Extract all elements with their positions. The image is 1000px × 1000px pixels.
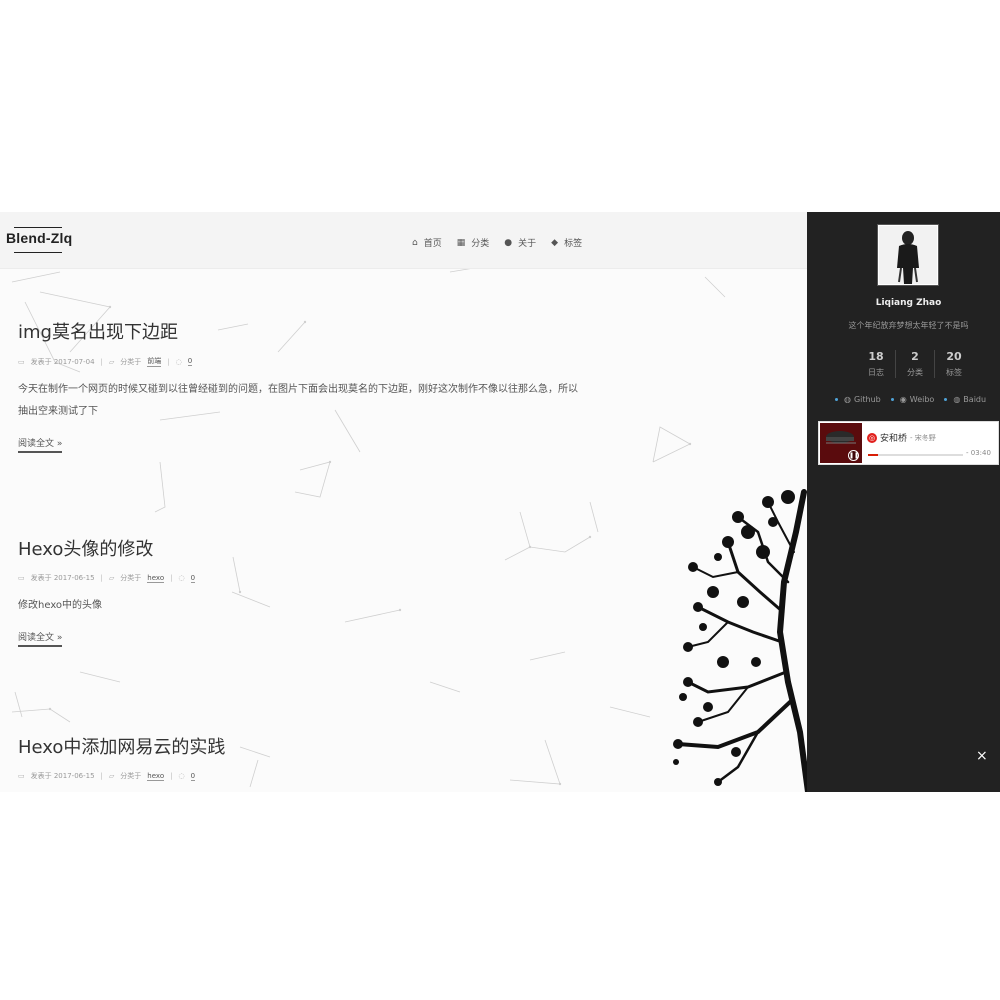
meta-separator: | [100,357,103,366]
avatar-image [879,226,937,284]
author-description: 这个年纪放弃梦想太年轻了不是吗 [848,321,969,330]
category-prefix: 分类于 [120,574,142,582]
stat-number: 18 [868,350,884,363]
author-avatar [877,224,939,286]
nav-item-categories[interactable]: ▦ 分类 [456,236,490,250]
post-category-link[interactable]: hexo [147,574,165,583]
tree-decoration [673,489,808,792]
calendar-icon: ▭ [18,574,25,582]
post-excerpt-line: 今天在制作一个网页的时候又碰到以往曾经碰到的问题，在图片下面会出现莫名的下边距，… [18,384,578,395]
stat-categories[interactable]: 2 分类 [896,350,935,378]
post-comment-count[interactable]: 0 [190,574,196,583]
comment-icon: ◌ [175,357,182,366]
post-title[interactable]: Hexo中添加网易云的实践 [18,733,608,759]
post-excerpt-line: 修改hexo中的头像 [18,600,103,611]
meta-separator: | [100,772,103,780]
site-header: Blend-Zlq ⌂ 首页 ▦ 分类 ● 关于 ◆ 标签 [0,212,807,269]
nav-label-categories: 分类 [471,239,490,249]
bullet-dot [890,398,894,401]
close-sidebar-button[interactable]: × [976,748,988,764]
social-link-baidu[interactable]: ◍ Baidu [944,395,986,404]
meta-separator: | [167,357,170,366]
bullet-dot [835,398,838,401]
tags-icon: ◆ [551,237,559,248]
stat-label: 分类 [907,368,923,377]
nav-item-home[interactable]: ⌂ 首页 [412,236,442,250]
folder-icon: ▱ [108,357,115,366]
song-title: 安和桥 [880,434,908,444]
netease-music-icon: ◎ [867,432,877,443]
stat-label: 日志 [868,368,884,377]
calendar-icon: ▭ [18,357,25,366]
meta-separator: | [170,772,173,780]
folder-icon: ▱ [108,574,115,582]
post-item: img莫名出现下边距 ▭ 发表于 2017-07-04 | ▱ 分类于 前端 |… [18,318,608,453]
song-duration: - 03:40 [966,449,991,457]
site-logo[interactable]: Blend-Zlq [6,227,72,253]
post-excerpt-line: 抽出空来测试了下 [18,406,98,417]
category-prefix: 分类于 [120,357,142,366]
site-stats: 18 日志 2 分类 20 标签 [857,350,973,378]
nav-label-home: 首页 [423,239,442,249]
sidebar: Liqiang Zhao 这个年纪放弃梦想太年轻了不是吗 18 日志 2 分类 … [807,212,1000,792]
weibo-icon: ◉ [899,395,907,404]
stat-label: 标签 [946,368,962,377]
meta-separator: | [170,574,173,582]
social-link-label: Baidu [963,395,987,404]
nav-label-tags: 标签 [564,239,583,249]
comment-icon: ◌ [178,772,185,780]
calendar-icon: ▭ [18,772,25,780]
read-more-link[interactable]: 阅读全文 » [18,630,63,647]
social-link-github[interactable]: ◍ Github [835,395,881,404]
stat-number: 2 [911,350,919,363]
post-comment-count[interactable]: 0 [190,772,196,781]
post-meta: ▭ 发表于 2017-06-15 | ▱ 分类于 hexo | ◌ 0 [18,573,608,583]
main-nav: ⌂ 首页 ▦ 分类 ● 关于 ◆ 标签 [412,236,583,250]
social-link-label: Github [853,395,881,404]
post-date: 发表于 2017-07-04 [30,357,95,366]
post-excerpt: 修改hexo中的头像 [18,595,608,617]
nav-label-about: 关于 [518,239,537,249]
post-meta: ▭ 发表于 2017-06-15 | ▱ 分类于 hexo | ◌ 0 [18,771,608,781]
comment-icon: ◌ [178,574,185,582]
social-link-weibo[interactable]: ◉ Weibo [890,395,935,404]
post-meta: ▭ 发表于 2017-07-04 | ▱ 分类于 前端 | ◌ 0 [18,356,608,367]
author-name: Liqiang Zhao [875,298,942,308]
stat-posts[interactable]: 18 日志 [857,350,896,378]
music-player: ❚❚ ◎ 安和桥 - 宋冬野 - 03:40 [818,421,999,465]
post-category-link[interactable]: 前端 [147,356,162,367]
post-date: 发表于 2017-06-15 [30,574,95,582]
nav-item-tags[interactable]: ◆ 标签 [551,236,583,250]
post-item: Hexo中添加网易云的实践 ▭ 发表于 2017-06-15 | ▱ 分类于 h… [18,733,608,781]
globe-icon: ◍ [844,395,851,404]
song-artist: - 宋冬野 [910,433,936,442]
post-title[interactable]: Hexo头像的修改 [18,535,608,561]
pause-button[interactable]: ❚❚ [848,450,859,461]
post-excerpt: 今天在制作一个网页的时候又碰到以往曾经碰到的问题，在图片下面会出现莫名的下边距，… [18,379,608,423]
meta-separator: | [100,574,103,582]
user-icon: ● [504,237,513,248]
nav-item-about[interactable]: ● 关于 [504,236,537,250]
globe-icon: ◍ [953,395,961,404]
album-cover: ❚❚ [820,423,862,463]
post-date: 发表于 2017-06-15 [30,772,95,780]
read-more-link[interactable]: 阅读全文 » [18,436,63,453]
folder-icon: ▱ [108,772,115,780]
grid-icon: ▦ [456,237,466,248]
stat-number: 20 [946,350,962,363]
post-title[interactable]: img莫名出现下边距 [18,318,608,344]
post-comment-count[interactable]: 0 [187,357,193,366]
home-icon: ⌂ [412,237,418,248]
post-category-link[interactable]: hexo [147,772,165,781]
page-viewport: Blend-Zlq ⌂ 首页 ▦ 分类 ● 关于 ◆ 标签 img莫名出现下边距… [0,212,1000,792]
progress-bar[interactable] [868,454,963,456]
post-item: Hexo头像的修改 ▭ 发表于 2017-06-15 | ▱ 分类于 hexo … [18,535,608,647]
category-prefix: 分类于 [120,772,142,780]
social-link-label: Weibo [909,395,935,404]
song-info: ◎ 安和桥 - 宋冬野 [867,431,936,444]
bullet-dot [944,398,948,401]
social-links: ◍ Github ◉ Weibo ◍ Baidu [835,395,986,404]
progress-fill [868,454,878,456]
stat-tags[interactable]: 20 标签 [935,350,973,378]
